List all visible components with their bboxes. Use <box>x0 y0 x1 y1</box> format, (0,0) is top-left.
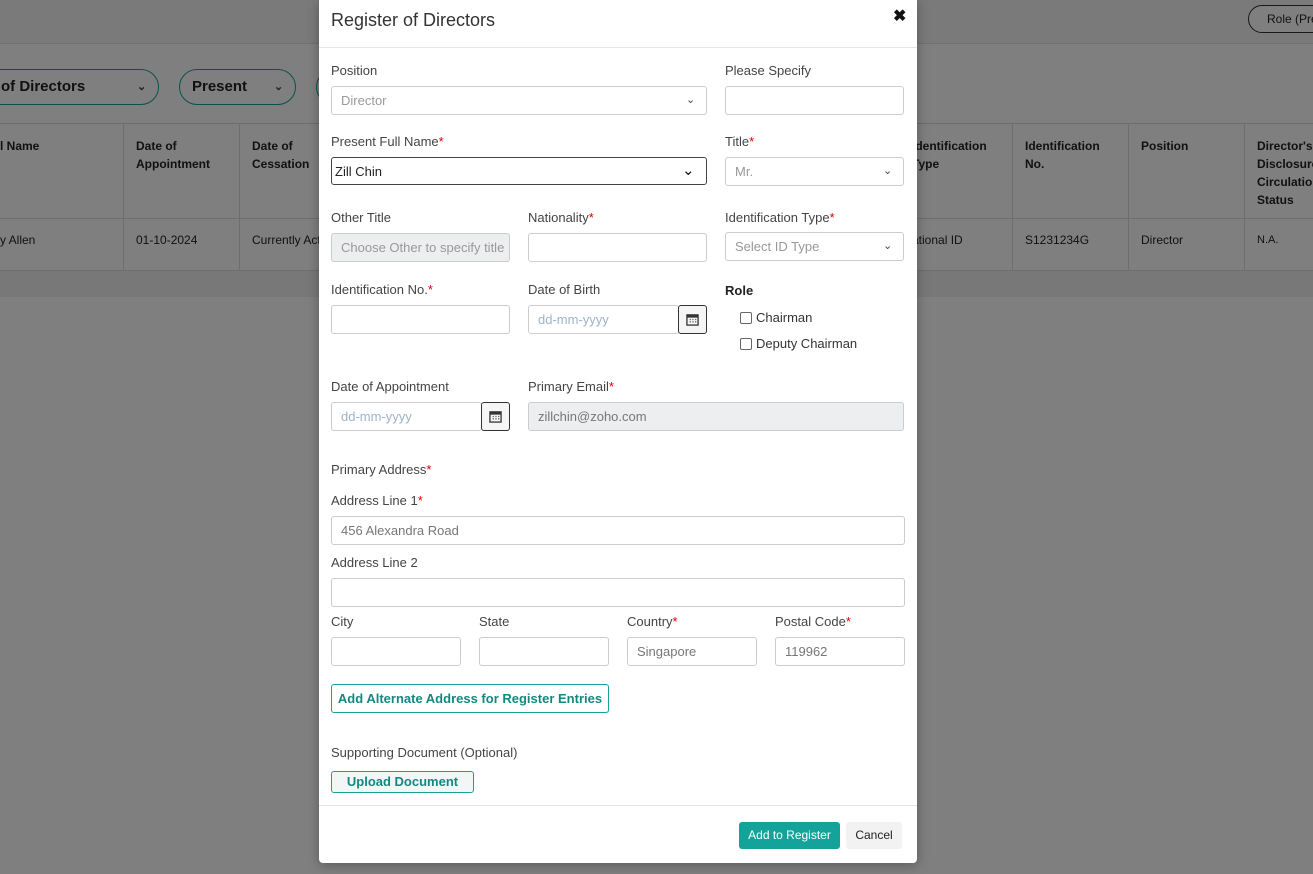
add-alternate-address-button[interactable]: Add Alternate Address for Register Entri… <box>331 684 609 713</box>
country-input[interactable]: Singapore <box>627 637 757 666</box>
full-name-label: Present Full Name* <box>331 134 444 149</box>
modal-header: Register of Directors ✖ <box>319 0 917 48</box>
role-label: Role <box>725 283 754 298</box>
full-name-label-text: Present Full Name <box>331 134 439 149</box>
chairman-checkbox[interactable]: Chairman <box>740 310 812 325</box>
primary-address-label-text: Primary Address <box>331 462 427 477</box>
id-no-input[interactable] <box>331 305 510 334</box>
add-to-register-button[interactable]: Add to Register <box>739 822 840 849</box>
dob-input[interactable]: dd-mm-yyyy <box>528 305 679 334</box>
required-marker: * <box>426 462 432 477</box>
chevron-down-icon: ⌄ <box>686 94 696 106</box>
nationality-label: Nationality* <box>528 210 594 225</box>
address1-label: Address Line 1* <box>331 493 423 508</box>
address2-label: Address Line 2 <box>331 555 418 570</box>
dob-label: Date of Birth <box>528 282 601 297</box>
id-type-select[interactable]: Select ID Type ⌄ <box>725 232 904 261</box>
upload-document-button[interactable]: Upload Document <box>331 771 474 793</box>
address1-input[interactable]: 456 Alexandra Road <box>331 516 905 545</box>
required-marker: * <box>672 614 678 629</box>
postal-code-label: Postal Code* <box>775 614 851 629</box>
modal-footer: Add to Register Cancel <box>319 805 917 863</box>
please-specify-label: Please Specify <box>725 63 811 78</box>
supporting-document-label: Supporting Document (Optional) <box>331 745 518 760</box>
required-marker: * <box>417 493 423 508</box>
postal-code-label-text: Postal Code <box>775 614 846 629</box>
required-marker: * <box>588 210 594 225</box>
chevron-down-icon: ⌄ <box>883 240 893 252</box>
deputy-chairman-checkbox[interactable]: Deputy Chairman <box>740 336 857 351</box>
checkbox[interactable] <box>740 311 752 324</box>
city-label: City <box>331 614 354 629</box>
required-marker: * <box>427 282 433 297</box>
email-label: Primary Email* <box>528 379 614 394</box>
title-select[interactable]: Mr. ⌄ <box>725 157 904 186</box>
id-type-placeholder: Select ID Type <box>735 239 820 254</box>
calendar-icon[interactable] <box>678 305 707 334</box>
chevron-down-icon: ⌄ <box>682 162 695 179</box>
title-label-text: Title <box>725 134 750 149</box>
doa-input[interactable]: dd-mm-yyyy <box>331 402 482 431</box>
address1-label-text: Address Line 1 <box>331 493 418 508</box>
required-marker: * <box>845 614 851 629</box>
required-marker: * <box>829 210 835 225</box>
position-label: Position <box>331 63 378 78</box>
modal-title: Register of Directors <box>331 10 496 30</box>
id-type-label-text: Identification Type <box>725 210 830 225</box>
other-title-input[interactable]: Choose Other to specify title <box>331 233 510 262</box>
state-label: State <box>479 614 510 629</box>
id-type-label: Identification Type* <box>725 210 835 225</box>
position-value: Director <box>341 93 387 108</box>
nationality-label-text: Nationality <box>528 210 589 225</box>
other-title-label: Other Title <box>331 210 391 225</box>
full-name-value: Zill Chin <box>335 164 382 179</box>
id-no-label: Identification No.* <box>331 282 433 297</box>
title-label: Title* <box>725 134 754 149</box>
chevron-down-icon: ⌄ <box>883 165 893 177</box>
required-marker: * <box>749 134 755 149</box>
position-select[interactable]: Director ⌄ <box>331 86 707 115</box>
primary-address-label: Primary Address* <box>331 462 431 477</box>
state-input[interactable] <box>479 637 609 666</box>
doa-label: Date of Appointment <box>331 379 449 394</box>
deputy-chairman-label: Deputy Chairman <box>756 336 858 351</box>
full-name-select[interactable]: Zill Chin ⌄ <box>331 157 707 185</box>
cancel-button[interactable]: Cancel <box>846 822 902 849</box>
city-input[interactable] <box>331 637 461 666</box>
calendar-icon[interactable] <box>481 402 510 431</box>
email-input[interactable]: zillchin@zoho.com <box>528 402 904 431</box>
please-specify-input[interactable] <box>725 86 904 115</box>
country-label: Country* <box>627 614 678 629</box>
country-label-text: Country <box>627 614 673 629</box>
postal-code-input[interactable]: 119962 <box>775 637 905 666</box>
register-directors-modal: Register of Directors ✖ Position Directo… <box>319 0 917 863</box>
id-no-label-text: Identification No. <box>331 282 428 297</box>
email-label-text: Primary Email <box>528 379 609 394</box>
checkbox[interactable] <box>740 337 752 350</box>
required-marker: * <box>438 134 444 149</box>
required-marker: * <box>608 379 614 394</box>
nationality-input[interactable] <box>528 233 707 262</box>
close-icon[interactable]: ✖ <box>893 6 906 26</box>
address2-input[interactable] <box>331 578 905 607</box>
title-value: Mr. <box>735 164 754 179</box>
chairman-label: Chairman <box>756 310 813 325</box>
